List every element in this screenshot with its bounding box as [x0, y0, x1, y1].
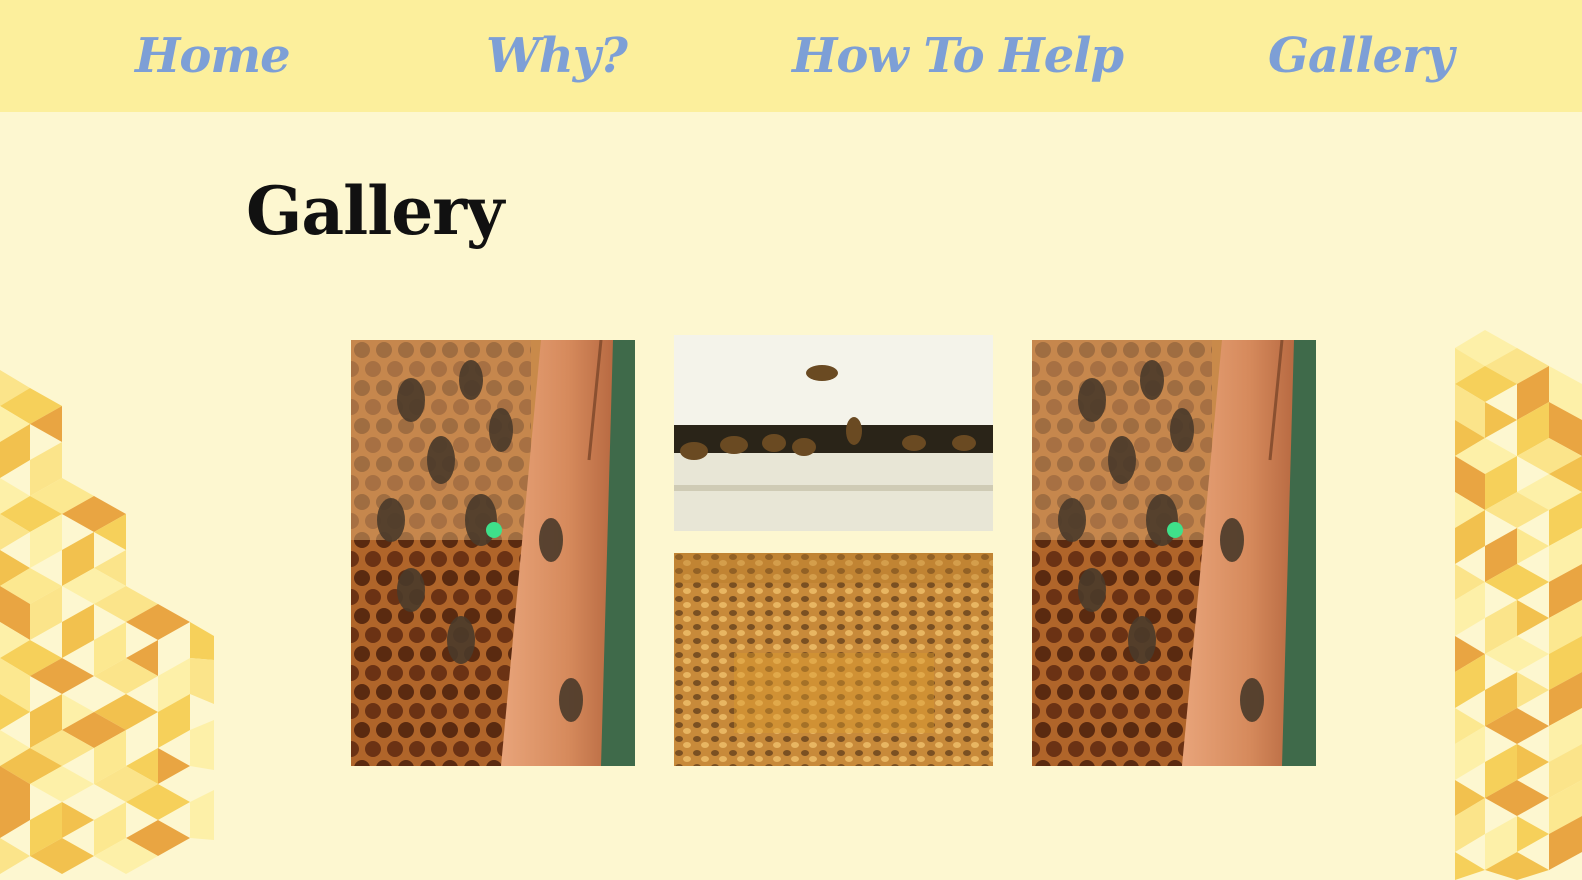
top-nav: Home Why? How To Help Gallery: [0, 0, 1582, 112]
gallery-photo-bees-frame-repeat[interactable]: [1032, 340, 1316, 766]
nav-link-gallery[interactable]: Gallery: [1268, 26, 1454, 86]
gallery-photo-honeycomb-swarm[interactable]: [674, 553, 993, 766]
gallery-photo-hive-entrance[interactable]: [674, 335, 993, 531]
nav-link-home[interactable]: Home: [135, 26, 291, 86]
page-title: Gallery: [246, 172, 504, 250]
honeycomb-decoration-left: [0, 360, 214, 880]
nav-link-how-to-help[interactable]: How To Help: [792, 26, 1124, 86]
gallery-photo-bees-frame[interactable]: [351, 340, 635, 766]
nav-link-why[interactable]: Why?: [486, 26, 628, 86]
honeycomb-decoration-right: [1455, 330, 1582, 880]
